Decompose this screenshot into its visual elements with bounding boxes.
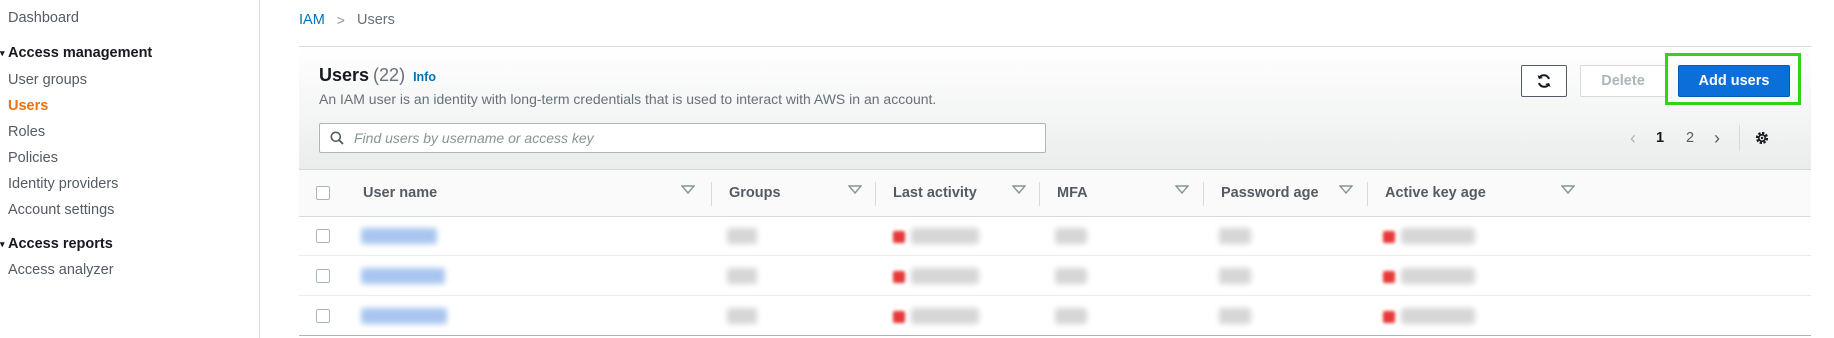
- row-checkbox[interactable]: [316, 269, 330, 283]
- table-row[interactable]: [299, 257, 1811, 296]
- column-divider: [875, 182, 876, 206]
- sort-caret-icon: [1175, 185, 1189, 195]
- delete-button[interactable]: Delete: [1580, 65, 1666, 97]
- active-key-age-cell: [1401, 308, 1475, 324]
- warning-icon: [1383, 231, 1395, 243]
- select-all-checkbox[interactable]: [316, 186, 330, 200]
- active-key-age-cell: [1401, 228, 1475, 244]
- sidebar-item-roles[interactable]: Roles: [8, 124, 45, 140]
- mfa-cell: [1055, 228, 1087, 244]
- sidebar-section-label: Access management: [8, 45, 153, 61]
- warning-icon: [893, 311, 905, 323]
- gear-icon[interactable]: [1754, 130, 1770, 146]
- table-row[interactable]: [299, 217, 1811, 256]
- column-divider: [711, 182, 712, 206]
- sidebar-item-identity-providers[interactable]: Identity providers: [8, 176, 118, 192]
- groups-cell: [727, 228, 757, 244]
- table-row[interactable]: [299, 297, 1811, 336]
- sort-caret-icon: [1561, 185, 1575, 195]
- breadcrumb: IAM > Users: [299, 12, 395, 28]
- column-label: Password age: [1221, 185, 1319, 201]
- password-age-cell: [1219, 268, 1251, 284]
- column-header-groups[interactable]: Groups: [729, 170, 879, 216]
- warning-icon: [893, 231, 905, 243]
- user-name-link[interactable]: [361, 228, 437, 244]
- mfa-cell: [1055, 268, 1087, 284]
- sidebar-section-access-reports[interactable]: ▾ Access reports: [0, 236, 113, 252]
- password-age-cell: [1219, 308, 1251, 324]
- refresh-button[interactable]: [1521, 65, 1567, 97]
- warning-icon: [1383, 311, 1395, 323]
- search-box[interactable]: [319, 123, 1046, 153]
- user-name-link[interactable]: [361, 268, 445, 284]
- column-label: User name: [363, 185, 438, 201]
- search-icon: [330, 131, 344, 145]
- info-link[interactable]: Info: [413, 70, 436, 84]
- sidebar-section-label: Access reports: [8, 236, 113, 252]
- sidebar-item-account-settings[interactable]: Account settings: [8, 202, 114, 218]
- sidebar-item-dashboard[interactable]: Dashboard: [8, 10, 79, 26]
- table-header: User name Groups Last activity MFA Passw…: [299, 169, 1811, 217]
- page-title: Users (22) Info: [319, 65, 436, 86]
- user-name-link[interactable]: [361, 308, 447, 324]
- last-activity-cell: [911, 308, 979, 324]
- user-count: (22): [373, 65, 406, 85]
- refresh-icon: [1537, 74, 1551, 88]
- last-activity-cell: [911, 268, 979, 284]
- mfa-cell: [1055, 308, 1087, 324]
- column-divider: [1367, 182, 1368, 206]
- sort-caret-icon: [1012, 185, 1026, 195]
- last-activity-cell: [911, 228, 979, 244]
- column-label: Last activity: [893, 185, 977, 201]
- caret-down-icon: ▾: [0, 48, 5, 58]
- pagination: ‹ 1 2 ›: [1621, 125, 1770, 151]
- warning-icon: [893, 271, 905, 283]
- sidebar-item-users[interactable]: Users: [8, 98, 48, 114]
- warning-icon: [1383, 271, 1395, 283]
- column-divider: [1203, 182, 1204, 206]
- active-key-age-cell: [1401, 268, 1475, 284]
- caret-down-icon: ▾: [0, 239, 5, 249]
- column-label: Groups: [729, 185, 781, 201]
- search-input[interactable]: [352, 129, 1002, 147]
- row-checkbox[interactable]: [316, 309, 330, 323]
- breadcrumb-separator: >: [336, 12, 345, 28]
- users-panel: Users (22) Info An IAM user is an identity…: [299, 46, 1811, 338]
- column-header-last-activity[interactable]: Last activity: [893, 170, 1043, 216]
- sort-caret-icon: [1339, 185, 1353, 195]
- groups-cell: [727, 308, 757, 324]
- title-text: Users: [319, 65, 370, 85]
- sort-caret-icon: [681, 185, 695, 195]
- breadcrumb-current: Users: [356, 12, 395, 28]
- page-1[interactable]: 1: [1645, 130, 1675, 146]
- page-2[interactable]: 2: [1675, 130, 1705, 146]
- column-label: Active key age: [1385, 185, 1486, 201]
- column-divider: [1039, 182, 1040, 206]
- sidebar-section-access-management[interactable]: ▾ Access management: [0, 45, 152, 61]
- sidebar-item-access-analyzer[interactable]: Access analyzer: [8, 262, 114, 278]
- panel-header: Users (22) Info An IAM user is an identity…: [299, 47, 1811, 169]
- column-header-user-name[interactable]: User name: [363, 170, 713, 216]
- sort-caret-icon: [848, 185, 862, 195]
- add-users-button[interactable]: Add users: [1678, 65, 1790, 97]
- column-header-active-key-age[interactable]: Active key age: [1385, 170, 1585, 216]
- sidebar: Dashboard ▾ Access management User groups…: [0, 0, 260, 338]
- breadcrumb-iam-link[interactable]: IAM: [299, 12, 325, 28]
- row-checkbox[interactable]: [316, 229, 330, 243]
- sidebar-item-policies[interactable]: Policies: [8, 150, 58, 166]
- column-label: MFA: [1057, 185, 1088, 201]
- page-description: An IAM user is an identity with long-ter…: [319, 91, 937, 107]
- column-header-password-age[interactable]: Password age: [1221, 170, 1371, 216]
- groups-cell: [727, 268, 757, 284]
- sidebar-item-user-groups[interactable]: User groups: [8, 72, 87, 88]
- column-header-mfa[interactable]: MFA: [1057, 170, 1207, 216]
- password-age-cell: [1219, 228, 1251, 244]
- pagination-divider: [1739, 125, 1740, 151]
- next-page-icon[interactable]: ›: [1705, 128, 1729, 149]
- previous-page-icon[interactable]: ‹: [1621, 128, 1645, 149]
